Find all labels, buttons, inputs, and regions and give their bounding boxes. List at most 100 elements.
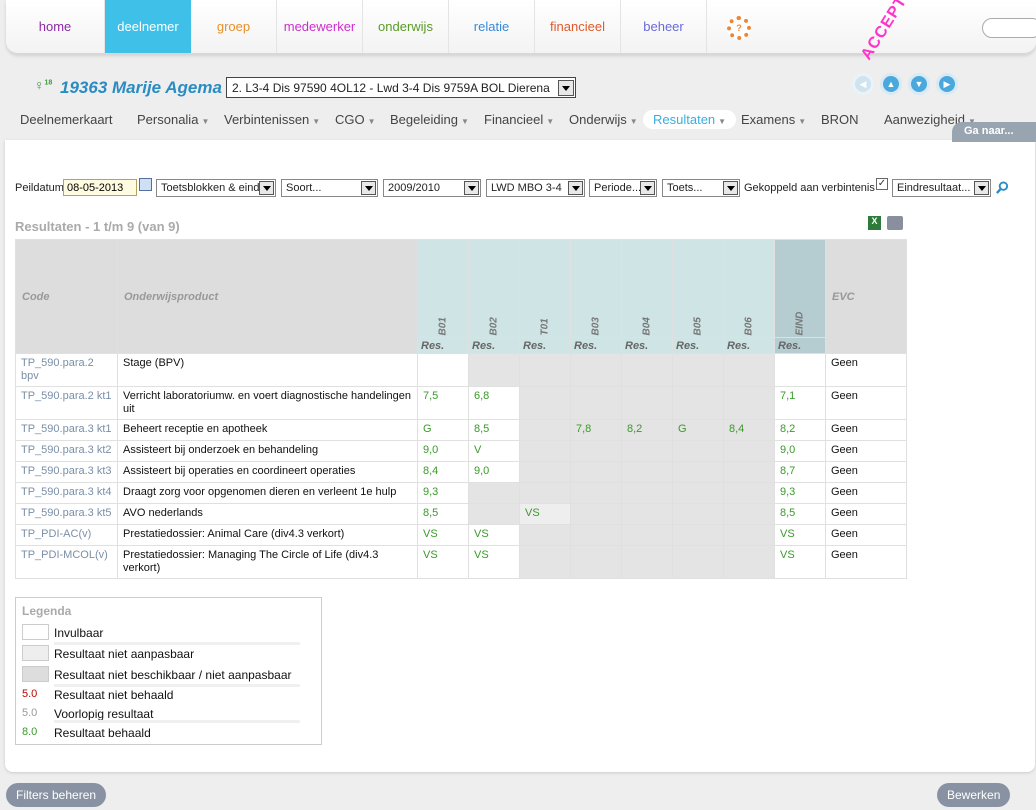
cell-product: Draagt zorg voor opgenomen dieren en ver… bbox=[117, 482, 418, 504]
column-header-b02: B02 bbox=[468, 239, 520, 338]
schooljaar-select[interactable]: 2009/2010 bbox=[383, 179, 481, 197]
cell-result[interactable]: VS bbox=[417, 524, 469, 546]
table-row: TP_590.para.3 kt2 Assisteert bij onderzoe… bbox=[15, 440, 907, 462]
subnav-examens[interactable]: Examens ▼ bbox=[731, 110, 816, 129]
legend-title: Legenda bbox=[22, 604, 72, 618]
cell-result bbox=[672, 482, 724, 504]
cell-result[interactable]: 9,3 bbox=[417, 482, 469, 504]
cell-result[interactable]: 8,2 bbox=[774, 419, 826, 441]
topnav-tab-financieel[interactable]: financieel bbox=[535, 0, 621, 53]
opleiding-select[interactable]: LWD MBO 3-4 bbox=[486, 179, 585, 197]
cell-result[interactable]: VS bbox=[468, 545, 520, 579]
chevron-down-icon[interactable] bbox=[568, 181, 583, 195]
cell-result[interactable]: V bbox=[468, 440, 520, 462]
top-search-input[interactable] bbox=[982, 18, 1036, 38]
settings-wheel-icon[interactable]: ? bbox=[727, 16, 751, 40]
subnav-label: Begeleiding bbox=[390, 112, 458, 127]
chevron-down-icon[interactable] bbox=[464, 181, 479, 195]
select-value: Soort... bbox=[286, 182, 322, 194]
cell-evc: Geen bbox=[825, 353, 907, 387]
cell-code: TP_PDI-MCOL(v) bbox=[15, 545, 118, 579]
subnav-bron[interactable]: BRON bbox=[811, 110, 869, 129]
topnav-tab-deelnemer[interactable]: deelnemer bbox=[105, 0, 191, 53]
chevron-down-icon[interactable] bbox=[640, 181, 655, 195]
cell-result: 8,4 bbox=[723, 419, 775, 441]
cell-code: TP_590.para.3 kt2 bbox=[15, 440, 118, 462]
cell-result[interactable]: G bbox=[417, 419, 469, 441]
cell-result bbox=[672, 440, 724, 462]
cell-result[interactable]: 7,5 bbox=[417, 386, 469, 420]
cell-result[interactable]: VS bbox=[417, 545, 469, 579]
last-record-icon[interactable]: ▶ bbox=[936, 73, 958, 95]
cell-result[interactable]: VS bbox=[468, 524, 520, 546]
legend-label: Invulbaar bbox=[54, 626, 104, 640]
cell-result[interactable]: VS bbox=[774, 545, 826, 579]
chevron-down-icon[interactable] bbox=[974, 181, 989, 195]
chevron-down-icon[interactable] bbox=[361, 181, 376, 195]
subnav-financieel[interactable]: Financieel ▼ bbox=[474, 110, 564, 129]
topnav-tab-home[interactable]: home bbox=[6, 0, 105, 53]
cell-result[interactable]: 9,3 bbox=[774, 482, 826, 504]
topnav-tab-groep[interactable]: groep bbox=[191, 0, 277, 53]
cell-code: TP_590.para.2 kt1 bbox=[15, 386, 118, 420]
legend-label: Resultaat niet aanpasbaar bbox=[54, 647, 195, 661]
subnav-begeleiding[interactable]: Begeleiding ▼ bbox=[380, 110, 479, 129]
gekoppeld-checkbox[interactable]: ✓ bbox=[876, 178, 888, 190]
column-header-b06: B06 bbox=[723, 239, 775, 338]
cell-result[interactable]: 7,1 bbox=[774, 386, 826, 420]
table-row: TP_590.para.2 kt1 Verricht laboratoriumw.… bbox=[15, 386, 907, 420]
cell-result[interactable]: 8,5 bbox=[468, 419, 520, 441]
cell-product: AVO nederlands bbox=[117, 503, 418, 525]
bewerken-button[interactable]: Bewerken bbox=[937, 783, 1011, 807]
peildatum-input[interactable] bbox=[63, 179, 137, 196]
cell-result[interactable] bbox=[774, 353, 826, 387]
ga-naar-button[interactable]: Ga naar... bbox=[952, 122, 1036, 142]
cell-result[interactable]: VS bbox=[774, 524, 826, 546]
subnav-personalia[interactable]: Personalia ▼ bbox=[127, 110, 219, 129]
topnav-tab-relatie[interactable]: relatie bbox=[449, 0, 535, 53]
enrollment-select[interactable]: 2. L3-4 Dis 97590 4OL12 - Lwd 3-4 Dis 97… bbox=[226, 77, 576, 98]
toets-select[interactable]: Toets... bbox=[662, 179, 740, 197]
next-record-icon[interactable]: ▼ bbox=[908, 73, 930, 95]
chevron-down-icon[interactable] bbox=[723, 181, 738, 195]
print-icon[interactable] bbox=[887, 216, 903, 230]
subnav-label: Onderwijs bbox=[569, 112, 627, 127]
topnav-tab-medewerker[interactable]: medewerker bbox=[277, 0, 363, 53]
cell-result[interactable]: 8,5 bbox=[774, 503, 826, 525]
chevron-down-icon[interactable] bbox=[259, 181, 274, 195]
cell-result[interactable]: 8,4 bbox=[417, 461, 469, 483]
cell-product: Assisteert bij operaties en coordineert … bbox=[117, 461, 418, 483]
previous-record-icon[interactable]: ▲ bbox=[880, 73, 902, 95]
cell-result[interactable]: 9,0 bbox=[417, 440, 469, 462]
cell-result[interactable]: 8,7 bbox=[774, 461, 826, 483]
cell-result bbox=[570, 545, 622, 579]
subnav-deelnemerkaart[interactable]: Deelnemerkaart bbox=[10, 110, 123, 129]
cell-result: VS bbox=[519, 503, 571, 525]
cell-result[interactable]: 6,8 bbox=[468, 386, 520, 420]
chevron-down-icon[interactable] bbox=[558, 80, 574, 96]
subnav-cgo[interactable]: CGO ▼ bbox=[325, 110, 386, 129]
subnav-onderwijs[interactable]: Onderwijs ▼ bbox=[559, 110, 648, 129]
column-header-product: Onderwijsproduct bbox=[117, 239, 418, 354]
cell-result[interactable]: 9,0 bbox=[774, 440, 826, 462]
subnav-verbintenissen[interactable]: Verbintenissen ▼ bbox=[214, 110, 330, 129]
topnav-tab-beheer[interactable]: beheer bbox=[621, 0, 707, 53]
first-record-icon[interactable]: ◀ bbox=[852, 73, 874, 95]
legend-number: 8.0 bbox=[22, 726, 38, 738]
calendar-icon[interactable] bbox=[139, 178, 152, 191]
cell-result bbox=[723, 353, 775, 387]
subnav-label: Examens bbox=[741, 112, 796, 127]
excel-export-icon[interactable]: X bbox=[868, 216, 881, 230]
cell-evc: Geen bbox=[825, 440, 907, 462]
topnav-tab-onderwijs[interactable]: onderwijs bbox=[363, 0, 449, 53]
filters-beheren-button[interactable]: Filters beheren bbox=[6, 783, 107, 807]
cell-result[interactable] bbox=[417, 353, 469, 387]
toetsblokken-select[interactable]: Toetsblokken & eind bbox=[156, 179, 276, 197]
cell-result[interactable]: 9,0 bbox=[468, 461, 520, 483]
cell-result[interactable]: 8,5 bbox=[417, 503, 469, 525]
search-icon[interactable] bbox=[996, 181, 1009, 194]
soort-select[interactable]: Soort... bbox=[281, 179, 378, 197]
subnav-resultaten[interactable]: Resultaten ▼ bbox=[643, 110, 737, 129]
periode-select[interactable]: Periode... bbox=[589, 179, 657, 197]
eindresultaat-select[interactable]: Eindresultaat... bbox=[892, 179, 991, 197]
